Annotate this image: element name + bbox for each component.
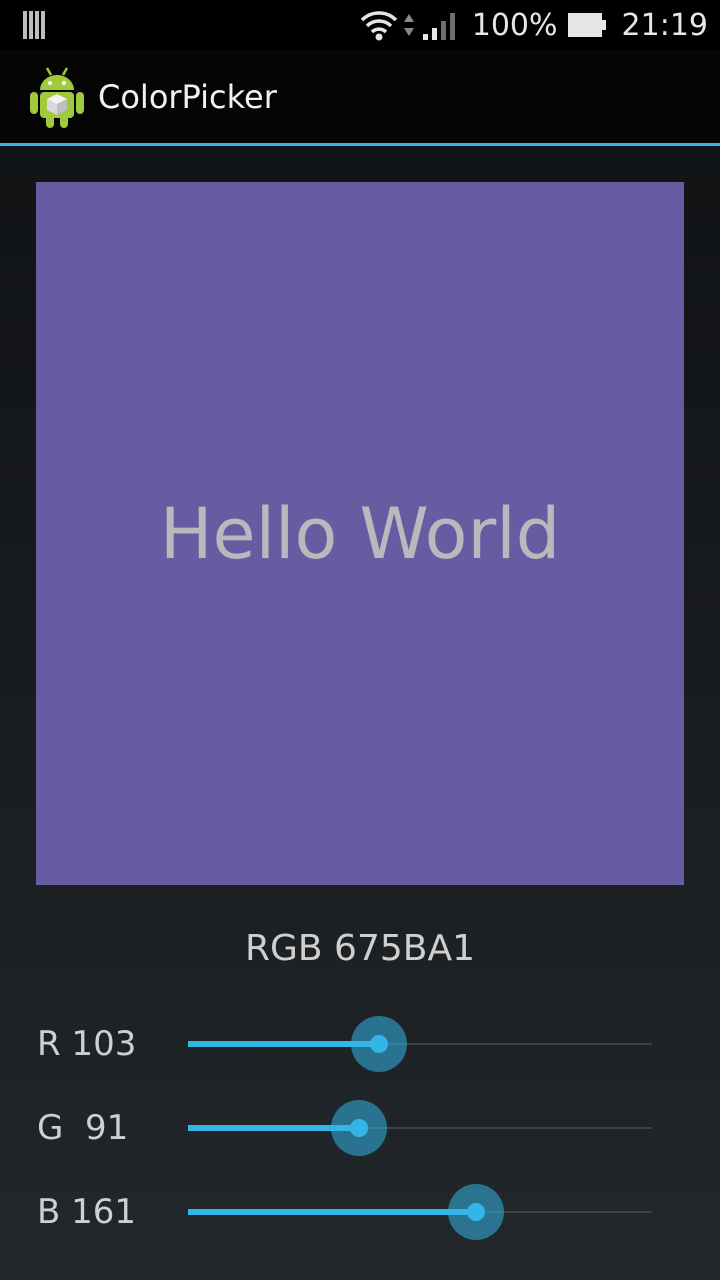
slider-knob	[350, 1119, 369, 1137]
action-bar-divider	[0, 143, 720, 146]
battery-icon	[567, 13, 606, 37]
red-label: R 103	[37, 1024, 137, 1064]
blue-label: B 161	[37, 1192, 137, 1232]
data-activity-icon	[403, 14, 414, 36]
rgb-hex-label: RGB 675BA1	[245, 928, 475, 969]
color-preview: Hello World	[36, 182, 684, 885]
blue-slider-row: B 161	[0, 1182, 720, 1242]
slider-knob	[466, 1203, 485, 1221]
slider-thumb[interactable]	[351, 1016, 408, 1072]
red-slider[interactable]	[188, 1014, 652, 1074]
sd-card-icon	[23, 11, 45, 39]
cell-signal-icon	[422, 13, 455, 40]
wifi-icon	[360, 11, 397, 41]
clock: 21:19	[621, 7, 708, 43]
green-slider[interactable]	[188, 1098, 652, 1158]
green-label: G 91	[37, 1108, 129, 1148]
action-bar: ColorPicker	[0, 50, 720, 143]
android-icon[interactable]	[27, 64, 87, 130]
green-slider-row: G 91	[0, 1098, 720, 1158]
battery-percent: 100%	[471, 7, 558, 43]
hello-world-text: Hello World	[159, 492, 561, 575]
slider-thumb[interactable]	[447, 1184, 504, 1240]
blue-slider[interactable]	[188, 1182, 652, 1242]
slider-thumb[interactable]	[331, 1100, 388, 1156]
slider-fill	[188, 1209, 476, 1215]
slider-knob	[370, 1035, 389, 1053]
red-slider-row: R 103	[0, 1014, 720, 1074]
app-title: ColorPicker	[98, 78, 277, 116]
status-bar: 100% 21:19	[0, 0, 720, 50]
